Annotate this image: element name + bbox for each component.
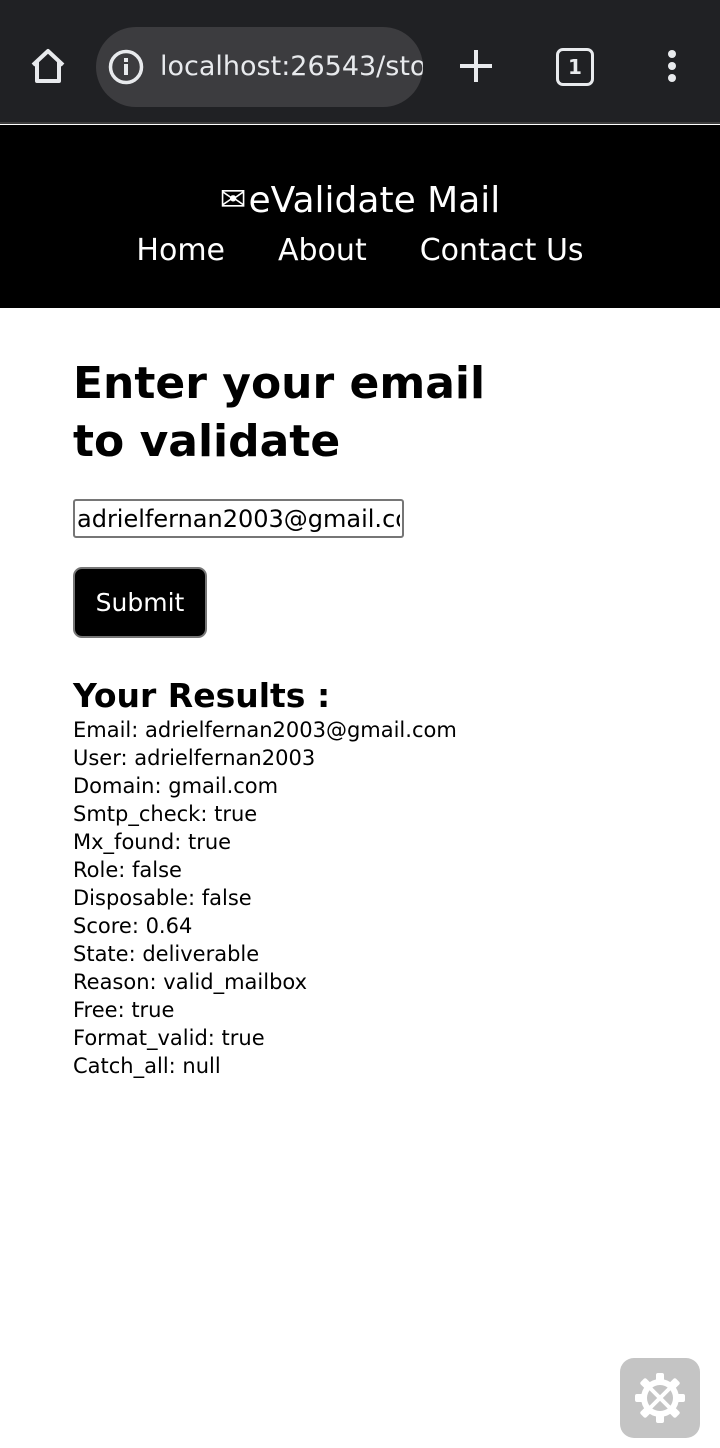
result-mx-found: Mx_found: true [73, 830, 232, 854]
browser-toolbar: localhost:26543/sto 1 [0, 0, 720, 124]
result-email: Email: adrielfernan2003@gmail.com [73, 718, 457, 742]
submit-button[interactable]: Submit [73, 567, 207, 638]
results-list: Email: adrielfernan2003@gmail.com User: … [73, 716, 673, 1080]
result-reason: Reason: valid_mailbox [73, 970, 308, 994]
address-bar[interactable]: localhost:26543/sto [96, 27, 423, 107]
address-bar-url[interactable]: localhost:26543/sto [160, 49, 423, 85]
result-state: State: deliverable [73, 942, 260, 966]
envelope-icon: ✉ [219, 180, 247, 218]
result-user: User: adrielfernan2003 [73, 746, 316, 770]
main-content: Enter your email to validate Submit Your… [73, 355, 673, 1080]
result-score: Score: 0.64 [73, 914, 193, 938]
result-format-valid: Format_valid: true [73, 1026, 265, 1050]
result-role: Role: false [73, 858, 182, 882]
result-disposable: Disposable: false [73, 886, 252, 910]
result-domain: Domain: gmail.com [73, 774, 279, 798]
brand-name: eValidate Mail [248, 180, 501, 221]
result-catch-all: Catch_all: null [73, 1054, 221, 1078]
new-tab-plus-icon[interactable] [452, 42, 500, 90]
home-icon[interactable] [24, 42, 72, 90]
menu-icon[interactable] [654, 42, 690, 90]
tab-switcher-button[interactable]: 1 [556, 48, 594, 86]
result-smtp-check: Smtp_check: true [73, 802, 258, 826]
tab-count: 1 [568, 55, 582, 79]
main-nav: Home About Contact Us [0, 231, 720, 271]
site-header: ✉eValidate Mail Home About Contact Us [0, 125, 720, 308]
result-free: Free: true [73, 998, 175, 1022]
brand[interactable]: ✉eValidate Mail [0, 175, 720, 225]
info-icon[interactable] [108, 49, 144, 85]
email-input[interactable] [73, 499, 404, 538]
nav-contact-us[interactable]: Contact Us [420, 231, 584, 271]
nav-home[interactable]: Home [136, 231, 225, 271]
results-title: Your Results : [73, 676, 331, 715]
nav-about[interactable]: About [278, 231, 367, 271]
floating-tools-button[interactable] [620, 1358, 700, 1438]
page-heading: Enter your email to validate [73, 358, 486, 467]
tools-gear-icon [635, 1373, 685, 1423]
